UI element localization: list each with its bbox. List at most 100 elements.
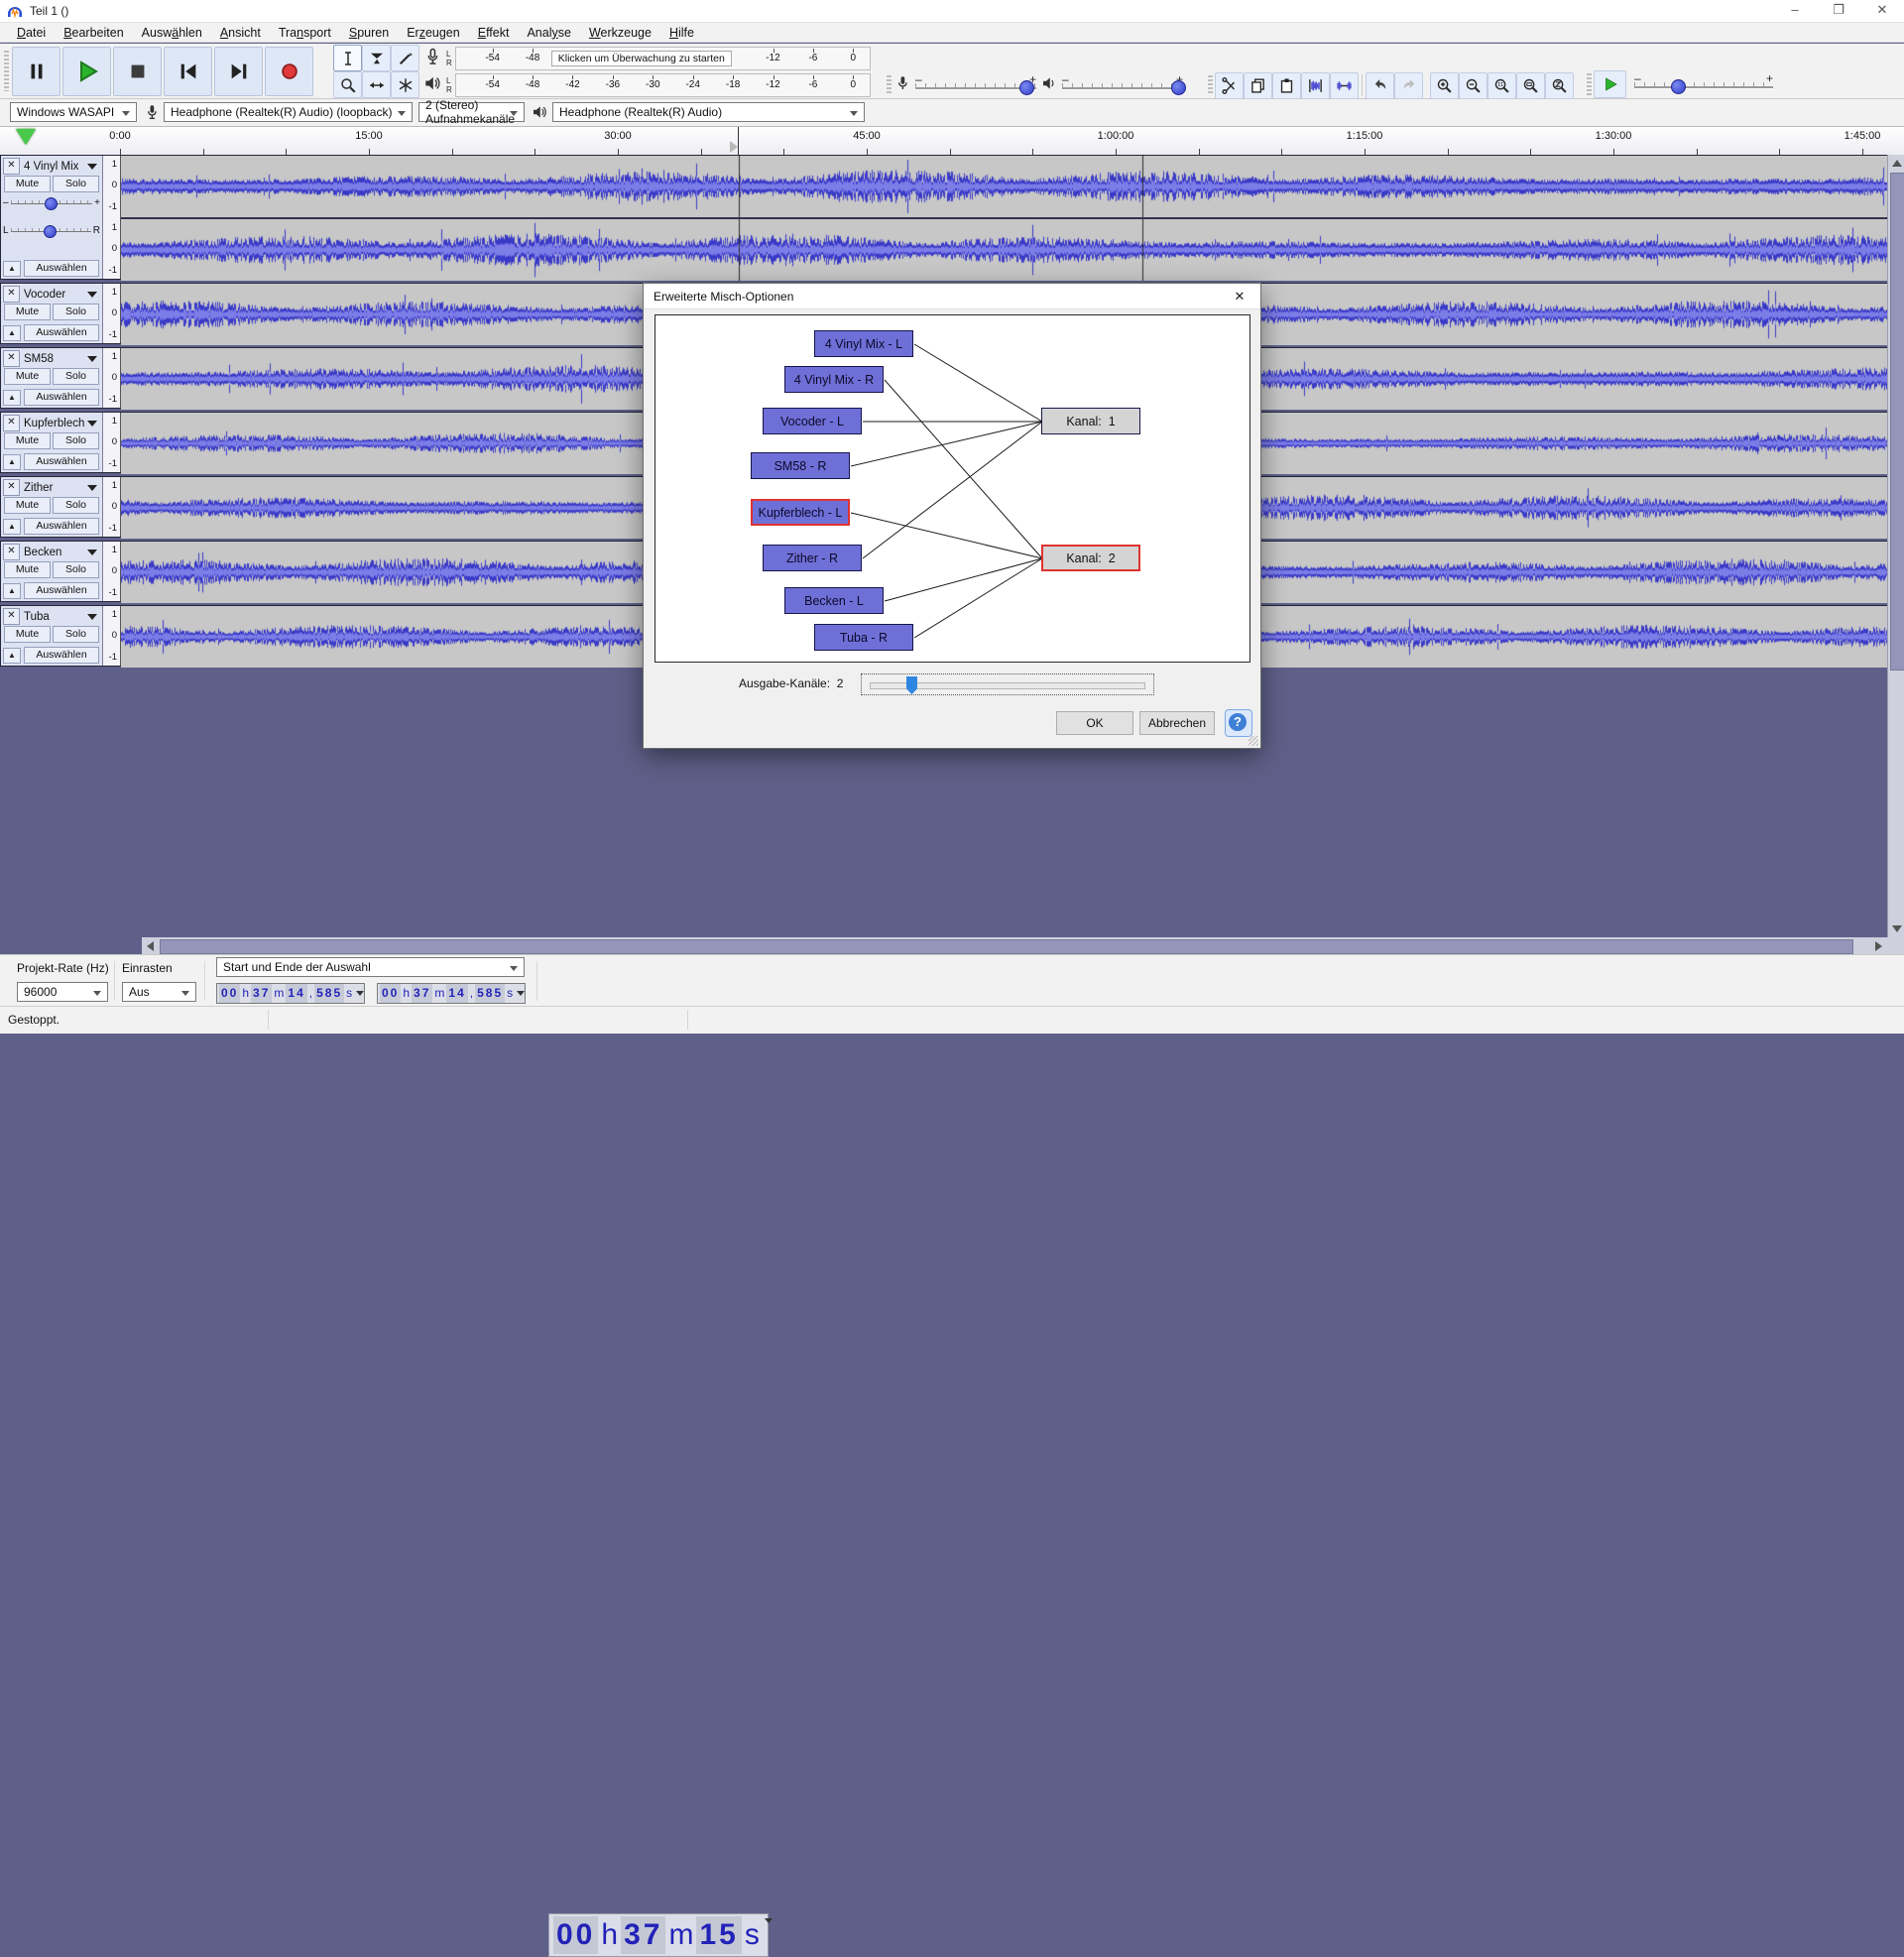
pan[interactable]: LR xyxy=(3,223,100,238)
record-meter[interactable]: LR -54 -48 Klicken um Überwachung zu start… xyxy=(422,46,871,71)
scroll-left-icon[interactable] xyxy=(147,941,154,951)
track-vertical-ruler[interactable]: 1 0 -1 xyxy=(103,477,121,537)
recording-volume-thumb[interactable] xyxy=(1019,80,1035,95)
pan-thumb[interactable] xyxy=(44,225,58,238)
output-channels-slider[interactable] xyxy=(861,673,1154,695)
solo-button[interactable]: Solo xyxy=(53,368,99,385)
monitoring-hint[interactable]: Klicken um Überwachung zu starten xyxy=(550,51,732,66)
recording-channels-dropdown[interactable]: 2 (Stereo) Aufnahmekanäle xyxy=(418,98,525,126)
track-close-button[interactable]: ✕ xyxy=(3,608,20,625)
help-button[interactable]: ? xyxy=(1225,709,1252,737)
track-name[interactable]: Zither xyxy=(22,482,87,494)
scroll-up-icon[interactable] xyxy=(1892,160,1902,167)
select-button[interactable]: Auswählen xyxy=(24,582,99,599)
track-menu-icon[interactable] xyxy=(87,355,97,362)
timeshift-tool-button[interactable] xyxy=(362,71,391,98)
track-menu-icon[interactable] xyxy=(87,484,97,491)
mixer-source-zitherr[interactable]: Zither - R xyxy=(763,545,862,571)
selection-start-field[interactable]: 00 h 37 m 14, 585 s xyxy=(216,983,365,1004)
vertical-scroll-thumb[interactable] xyxy=(1890,173,1904,671)
zoom-selection-button[interactable] xyxy=(1488,71,1516,99)
track-name[interactable]: SM58 xyxy=(22,353,87,365)
mute-button[interactable]: Mute xyxy=(4,176,51,192)
silence-audio-button[interactable] xyxy=(1330,71,1359,99)
zoom-in-button[interactable] xyxy=(1430,71,1459,99)
vertical-scrollbar[interactable] xyxy=(1887,155,1904,937)
selection-tool-button[interactable] xyxy=(333,45,362,71)
track-vertical-ruler[interactable]: 1 0 -1 xyxy=(103,413,121,472)
draw-tool-button[interactable] xyxy=(391,45,419,71)
menu-bearbeiten[interactable]: Bearbeiten xyxy=(55,24,132,42)
undo-button[interactable] xyxy=(1366,71,1394,99)
mixer-source-4vinylmixr[interactable]: 4 Vinyl Mix - R xyxy=(784,366,884,393)
track-close-button[interactable]: ✕ xyxy=(3,415,20,431)
selection-end-field[interactable]: 00 h 37 m 14, 585 s xyxy=(377,983,526,1004)
selection-range-dropdown[interactable]: Start und Ende der Auswahl xyxy=(216,957,525,977)
mute-button[interactable]: Mute xyxy=(4,368,51,385)
zoom-fit-button[interactable] xyxy=(1516,71,1545,99)
toolbar-grip[interactable] xyxy=(887,74,892,96)
menu-datei[interactable]: Datei xyxy=(8,24,55,42)
mute-button[interactable]: Mute xyxy=(4,304,51,320)
audio-position-display[interactable]: 00 h 37 m 15 s xyxy=(548,1913,773,1957)
menu-spuren[interactable]: Spuren xyxy=(340,24,398,42)
play-speed-thumb[interactable] xyxy=(1671,79,1687,94)
track-vertical-ruler[interactable]: 1 0 -1 1 0 -1 xyxy=(103,156,121,279)
ok-button[interactable]: OK xyxy=(1056,711,1133,735)
mixer-source-tubar[interactable]: Tuba - R xyxy=(814,624,913,651)
track-close-button[interactable]: ✕ xyxy=(3,158,20,175)
collapse-button[interactable]: ▲ xyxy=(3,518,21,535)
mixer-source-sm58r[interactable]: SM58 - R xyxy=(751,452,850,479)
zoom-out-button[interactable] xyxy=(1459,71,1488,99)
solo-button[interactable]: Solo xyxy=(53,304,99,320)
collapse-button[interactable]: ▲ xyxy=(3,647,21,664)
skip-end-button[interactable] xyxy=(214,46,263,96)
playback-volume-thumb[interactable] xyxy=(1171,80,1187,95)
track-menu-icon[interactable] xyxy=(87,291,97,298)
track-menu-icon[interactable] xyxy=(87,549,97,555)
select-button[interactable]: Auswählen xyxy=(24,518,99,535)
minimize-button[interactable]: – xyxy=(1773,0,1817,22)
select-button[interactable]: Auswählen xyxy=(24,389,99,406)
menu-analyse[interactable]: Analyse xyxy=(518,24,579,42)
menu-erzeugen[interactable]: Erzeugen xyxy=(398,24,469,42)
redo-button[interactable] xyxy=(1394,71,1423,99)
mixer-source-vocoderl[interactable]: Vocoder - L xyxy=(763,408,862,434)
zoom-tool-button[interactable] xyxy=(333,71,362,98)
mute-button[interactable]: Mute xyxy=(4,561,51,578)
track-control-panel[interactable]: ✕ Becken Mute Solo ▲ Auswählen xyxy=(1,542,103,601)
scroll-down-icon[interactable] xyxy=(1892,925,1902,932)
play-meter-scale[interactable]: -54 -48 -42 -36 -30 -24 -18 -12 -6 0 xyxy=(454,73,871,97)
menu-ansicht[interactable]: Ansicht xyxy=(211,24,270,42)
dialog-title-bar[interactable]: Erweiterte Misch-Optionen ✕ xyxy=(644,284,1260,309)
slider-thumb[interactable] xyxy=(905,676,917,694)
play-speed-slider[interactable]: – + xyxy=(1634,71,1773,94)
toolbar-grip[interactable] xyxy=(1587,72,1592,96)
mute-button[interactable]: Mute xyxy=(4,626,51,643)
recording-device-dropdown[interactable]: Headphone (Realtek(R) Audio) (loopback) xyxy=(164,102,413,122)
select-button[interactable]: Auswählen xyxy=(24,260,99,277)
mixer-source-beckenl[interactable]: Becken - L xyxy=(784,587,884,614)
zoom-toggle-button[interactable] xyxy=(1545,71,1574,99)
collapse-button[interactable]: ▲ xyxy=(3,389,21,406)
gain[interactable]: – + xyxy=(3,195,100,210)
timeline-ruler[interactable]: 0:00 15:00 30:00 45:00 1:00:00 1:15:00 1:30:00… xyxy=(0,127,1904,157)
track-control-panel[interactable]: ✕ Tuba Mute Solo ▲ Auswählen xyxy=(1,606,103,666)
collapse-button[interactable]: ▲ xyxy=(3,324,21,341)
mixer-source-kupferblechl[interactable]: Kupferblech - L xyxy=(751,499,850,526)
menu-hilfe[interactable]: Hilfe xyxy=(660,24,703,42)
dropdown-caret-icon[interactable] xyxy=(764,1918,773,1923)
solo-button[interactable]: Solo xyxy=(53,626,99,643)
dialog-resize-grip[interactable] xyxy=(1249,736,1258,746)
audio-host-dropdown[interactable]: Windows WASAPI xyxy=(10,102,137,122)
track-menu-icon[interactable] xyxy=(87,420,97,427)
track-control-panel[interactable]: ✕ 4 Vinyl Mix Mute Solo – + L R ▲ Auswählen xyxy=(1,156,103,279)
stop-button[interactable] xyxy=(113,46,162,96)
track-name[interactable]: Vocoder xyxy=(22,289,87,301)
track-control-panel[interactable]: ✕ Vocoder Mute Solo ▲ Auswählen xyxy=(1,284,103,343)
scroll-right-icon[interactable] xyxy=(1875,941,1882,951)
track-name[interactable]: Kupferblech xyxy=(22,418,87,429)
pan-slider[interactable] xyxy=(9,223,93,238)
play-button[interactable] xyxy=(62,46,111,96)
track-menu-icon[interactable] xyxy=(87,163,97,170)
